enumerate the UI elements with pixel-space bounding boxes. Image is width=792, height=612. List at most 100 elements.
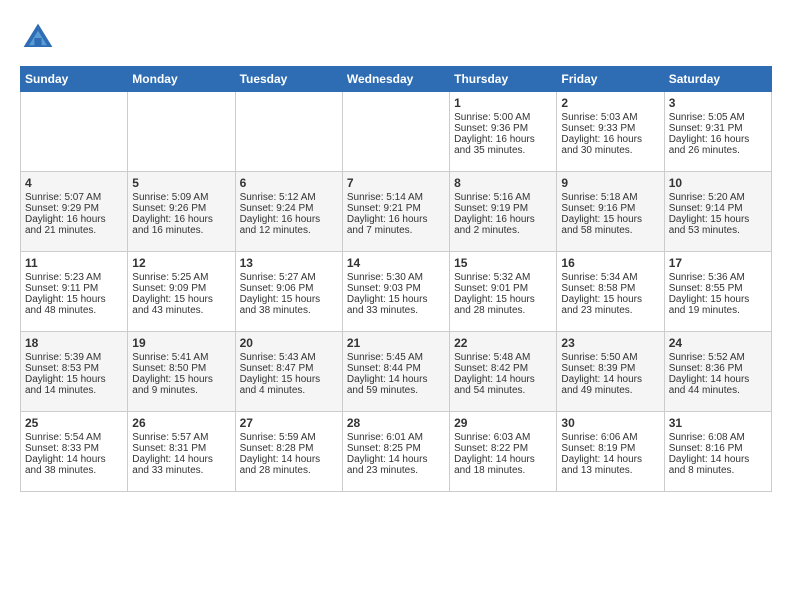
cell-content-line: Sunrise: 5:27 AM	[240, 272, 338, 283]
cell-content-line: Daylight: 15 hours	[454, 294, 552, 305]
logo-icon	[20, 20, 56, 56]
cell-content-line: and 54 minutes.	[454, 385, 552, 396]
cell-content-line: and 12 minutes.	[240, 225, 338, 236]
day-number: 9	[561, 176, 659, 190]
week-row-2: 4Sunrise: 5:07 AMSunset: 9:29 PMDaylight…	[21, 172, 772, 252]
day-number: 27	[240, 416, 338, 430]
cell-content-line: Daylight: 16 hours	[454, 214, 552, 225]
calendar-cell: 11Sunrise: 5:23 AMSunset: 9:11 PMDayligh…	[21, 252, 128, 332]
cell-content-line: and 44 minutes.	[669, 385, 767, 396]
cell-content-line: Sunrise: 6:06 AM	[561, 432, 659, 443]
weekday-header-saturday: Saturday	[664, 67, 771, 92]
cell-content-line: Daylight: 14 hours	[132, 454, 230, 465]
cell-content-line: Daylight: 16 hours	[240, 214, 338, 225]
cell-content-line: Daylight: 15 hours	[25, 294, 123, 305]
cell-content-line: and 33 minutes.	[347, 305, 445, 316]
cell-content-line: Sunset: 8:16 PM	[669, 443, 767, 454]
cell-content-line: Sunset: 8:42 PM	[454, 363, 552, 374]
cell-content-line: Daylight: 14 hours	[669, 374, 767, 385]
cell-content-line: and 49 minutes.	[561, 385, 659, 396]
calendar-cell: 26Sunrise: 5:57 AMSunset: 8:31 PMDayligh…	[128, 412, 235, 492]
cell-content-line: Sunrise: 6:08 AM	[669, 432, 767, 443]
cell-content-line: Daylight: 14 hours	[561, 454, 659, 465]
calendar-cell	[342, 92, 449, 172]
weekday-header-wednesday: Wednesday	[342, 67, 449, 92]
cell-content-line: Sunrise: 5:59 AM	[240, 432, 338, 443]
cell-content-line: Daylight: 15 hours	[347, 294, 445, 305]
cell-content-line: and 28 minutes.	[454, 305, 552, 316]
calendar-cell: 5Sunrise: 5:09 AMSunset: 9:26 PMDaylight…	[128, 172, 235, 252]
day-number: 23	[561, 336, 659, 350]
cell-content-line: Sunrise: 5:30 AM	[347, 272, 445, 283]
cell-content-line: and 23 minutes.	[561, 305, 659, 316]
cell-content-line: and 21 minutes.	[25, 225, 123, 236]
weekday-header-friday: Friday	[557, 67, 664, 92]
cell-content-line: Sunset: 9:01 PM	[454, 283, 552, 294]
day-number: 5	[132, 176, 230, 190]
cell-content-line: and 48 minutes.	[25, 305, 123, 316]
cell-content-line: Daylight: 16 hours	[454, 134, 552, 145]
week-row-4: 18Sunrise: 5:39 AMSunset: 8:53 PMDayligh…	[21, 332, 772, 412]
calendar-cell: 21Sunrise: 5:45 AMSunset: 8:44 PMDayligh…	[342, 332, 449, 412]
cell-content-line: Sunset: 9:16 PM	[561, 203, 659, 214]
cell-content-line: Daylight: 16 hours	[25, 214, 123, 225]
cell-content-line: Sunrise: 5:32 AM	[454, 272, 552, 283]
day-number: 28	[347, 416, 445, 430]
cell-content-line: Sunrise: 5:14 AM	[347, 192, 445, 203]
cell-content-line: and 8 minutes.	[669, 465, 767, 476]
day-number: 24	[669, 336, 767, 350]
cell-content-line: Daylight: 16 hours	[561, 134, 659, 145]
cell-content-line: and 7 minutes.	[347, 225, 445, 236]
day-number: 25	[25, 416, 123, 430]
cell-content-line: Daylight: 14 hours	[25, 454, 123, 465]
cell-content-line: Daylight: 16 hours	[132, 214, 230, 225]
day-number: 11	[25, 256, 123, 270]
calendar-cell: 29Sunrise: 6:03 AMSunset: 8:22 PMDayligh…	[450, 412, 557, 492]
cell-content-line: Sunrise: 5:48 AM	[454, 352, 552, 363]
calendar-cell: 13Sunrise: 5:27 AMSunset: 9:06 PMDayligh…	[235, 252, 342, 332]
cell-content-line: Daylight: 15 hours	[669, 214, 767, 225]
cell-content-line: and 9 minutes.	[132, 385, 230, 396]
cell-content-line: Daylight: 15 hours	[669, 294, 767, 305]
calendar-cell: 18Sunrise: 5:39 AMSunset: 8:53 PMDayligh…	[21, 332, 128, 412]
cell-content-line: Sunset: 8:58 PM	[561, 283, 659, 294]
calendar-cell: 28Sunrise: 6:01 AMSunset: 8:25 PMDayligh…	[342, 412, 449, 492]
cell-content-line: Sunset: 8:47 PM	[240, 363, 338, 374]
cell-content-line: and 58 minutes.	[561, 225, 659, 236]
cell-content-line: Daylight: 14 hours	[454, 374, 552, 385]
cell-content-line: Sunset: 9:24 PM	[240, 203, 338, 214]
cell-content-line: Sunset: 9:14 PM	[669, 203, 767, 214]
cell-content-line: Sunrise: 5:18 AM	[561, 192, 659, 203]
cell-content-line: Daylight: 16 hours	[669, 134, 767, 145]
weekday-header-tuesday: Tuesday	[235, 67, 342, 92]
cell-content-line: and 30 minutes.	[561, 145, 659, 156]
day-number: 3	[669, 96, 767, 110]
day-number: 16	[561, 256, 659, 270]
calendar-cell: 2Sunrise: 5:03 AMSunset: 9:33 PMDaylight…	[557, 92, 664, 172]
cell-content-line: Sunset: 9:09 PM	[132, 283, 230, 294]
cell-content-line: Daylight: 15 hours	[25, 374, 123, 385]
cell-content-line: Sunrise: 5:34 AM	[561, 272, 659, 283]
cell-content-line: Sunrise: 5:05 AM	[669, 112, 767, 123]
cell-content-line: Sunset: 8:22 PM	[454, 443, 552, 454]
day-number: 21	[347, 336, 445, 350]
calendar-cell: 14Sunrise: 5:30 AMSunset: 9:03 PMDayligh…	[342, 252, 449, 332]
cell-content-line: Sunset: 8:31 PM	[132, 443, 230, 454]
cell-content-line: Daylight: 15 hours	[561, 214, 659, 225]
calendar-cell: 17Sunrise: 5:36 AMSunset: 8:55 PMDayligh…	[664, 252, 771, 332]
calendar-cell: 8Sunrise: 5:16 AMSunset: 9:19 PMDaylight…	[450, 172, 557, 252]
cell-content-line: and 13 minutes.	[561, 465, 659, 476]
day-number: 29	[454, 416, 552, 430]
week-row-1: 1Sunrise: 5:00 AMSunset: 9:36 PMDaylight…	[21, 92, 772, 172]
cell-content-line: Sunset: 8:25 PM	[347, 443, 445, 454]
day-number: 2	[561, 96, 659, 110]
cell-content-line: Daylight: 15 hours	[561, 294, 659, 305]
calendar-cell: 27Sunrise: 5:59 AMSunset: 8:28 PMDayligh…	[235, 412, 342, 492]
cell-content-line: Sunset: 8:28 PM	[240, 443, 338, 454]
cell-content-line: Sunrise: 5:23 AM	[25, 272, 123, 283]
cell-content-line: Sunrise: 6:01 AM	[347, 432, 445, 443]
calendar-cell: 15Sunrise: 5:32 AMSunset: 9:01 PMDayligh…	[450, 252, 557, 332]
cell-content-line: Sunset: 9:33 PM	[561, 123, 659, 134]
calendar-cell: 12Sunrise: 5:25 AMSunset: 9:09 PMDayligh…	[128, 252, 235, 332]
week-row-5: 25Sunrise: 5:54 AMSunset: 8:33 PMDayligh…	[21, 412, 772, 492]
